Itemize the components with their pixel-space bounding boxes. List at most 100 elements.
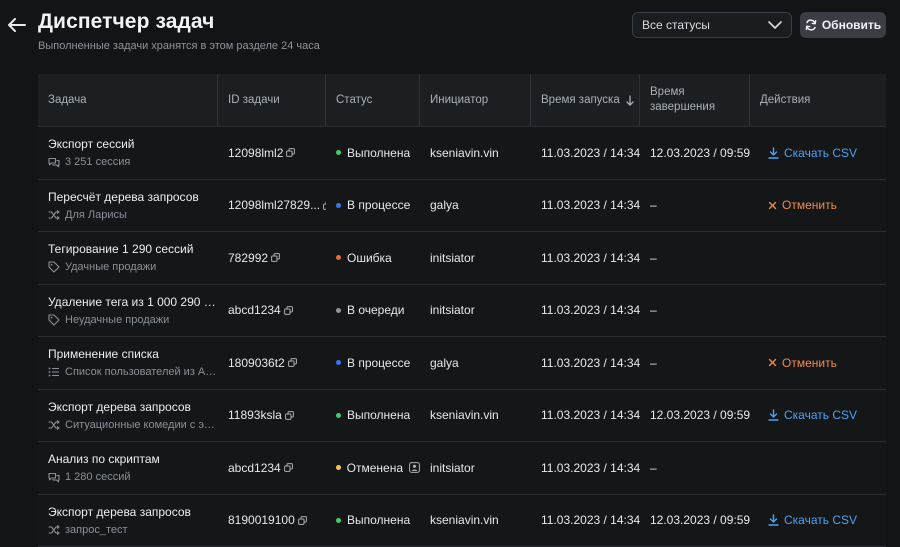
task-name: Анализ по скриптам	[48, 452, 160, 467]
chevron-down-icon	[768, 21, 782, 29]
shuffle-icon	[48, 419, 60, 430]
initiator: kseniavin.vin	[430, 408, 499, 423]
start-time: 11.03.2023 / 14:34	[541, 513, 640, 528]
task-cell: Экспорт дерева запросов Ситуационные коме…	[38, 400, 218, 431]
initiator: initsiator	[430, 250, 475, 265]
task-name: Экспорт дерева запросов	[48, 399, 191, 414]
sort-arrow-down-icon[interactable]	[626, 94, 634, 106]
task-name: Экспорт дерева запросов	[48, 504, 191, 519]
status-label: В очереди	[347, 303, 405, 318]
start-time: 11.03.2023 / 14:34	[541, 460, 640, 475]
page-title: Диспетчер задач	[38, 10, 215, 33]
task-id: abcd1234	[228, 460, 281, 475]
status-dot-icon	[336, 517, 341, 523]
cancel-task-button[interactable]: Отменить	[768, 356, 886, 370]
cancel-task-button[interactable]: Отменить	[768, 198, 886, 212]
table-row[interactable]: Экспорт сессий 3 251 сессия 12098lml2 Выпол…	[38, 127, 886, 180]
task-subtitle-text: Неудачные продажи	[65, 313, 170, 326]
table-row[interactable]: Анализ по скриптам 1 280 сессий abcd1234 От…	[38, 442, 886, 495]
initiator: kseniavin.vin	[430, 513, 499, 528]
column-status: Статус	[326, 74, 420, 126]
copy-icon[interactable]	[297, 515, 307, 525]
actions-cell: Скачать CSV	[758, 513, 886, 527]
list-icon	[48, 367, 60, 377]
shuffle-icon	[48, 524, 60, 535]
task-subtitle-text: Для Ларисы	[65, 208, 127, 221]
download-csv-button[interactable]: Скачать CSV	[768, 408, 886, 422]
table-body: Экспорт сессий 3 251 сессия 12098lml2 Выпол…	[38, 127, 886, 547]
task-id: 11893ksla	[228, 408, 282, 423]
initiator: initsiator	[430, 303, 475, 318]
action-label: Скачать CSV	[784, 408, 858, 423]
status-dot-icon	[336, 465, 341, 471]
start-time: 11.03.2023 / 14:34	[541, 145, 640, 160]
top-bar: Диспетчер задач Выполненные задачи храня…	[0, 0, 900, 62]
initiator: initsiator	[430, 460, 475, 475]
task-id-cell: 12098lml2	[218, 146, 326, 160]
end-time: –	[650, 303, 657, 318]
task-subtitle-text: Ситуационные комедии с эл...	[65, 418, 218, 431]
user-icon[interactable]	[409, 462, 420, 474]
task-subtitle-text: Список пользователей из Ав...	[65, 366, 218, 379]
refresh-button[interactable]: Обновить	[800, 12, 886, 38]
actions-cell: Отменить	[758, 198, 886, 212]
table-row[interactable]: Пересчёт дерева запросов Для Ларисы 12098l…	[38, 179, 886, 232]
task-subtitle: Неудачные продажи	[48, 314, 218, 326]
copy-icon[interactable]	[283, 305, 293, 315]
download-csv-button[interactable]: Скачать CSV	[768, 513, 886, 527]
status-dot-icon	[336, 360, 341, 366]
task-id-cell: abcd1234	[218, 461, 326, 475]
column-start-time[interactable]: Время запуска	[531, 74, 640, 126]
download-icon	[768, 409, 779, 421]
chat-icon	[48, 472, 60, 483]
status-label: Выполнена	[347, 513, 411, 528]
copy-icon[interactable]	[286, 148, 296, 158]
table-header: Задача ID задачи Статус Инициатор Время …	[38, 74, 886, 127]
task-cell: Применение списка Список пользователей из…	[38, 347, 218, 378]
task-name: Пересчёт дерева запросов	[48, 189, 199, 204]
start-time: 11.03.2023 / 14:34	[541, 250, 640, 265]
copy-icon[interactable]	[283, 463, 293, 473]
status-dot-icon	[336, 307, 341, 313]
table-row[interactable]: Экспорт дерева запросов Ситуационные коме…	[38, 389, 886, 442]
chat-icon	[48, 157, 60, 168]
task-id: 12098lml2	[228, 145, 284, 160]
status-label: Выполнена	[347, 408, 411, 423]
end-time: –	[650, 355, 657, 370]
task-subtitle-text: Удачные продажи	[65, 261, 157, 274]
status-dot-icon	[336, 255, 341, 261]
actions-cell: Скачать CSV	[758, 146, 886, 160]
copy-icon[interactable]	[287, 358, 297, 368]
initiator: galya	[430, 198, 459, 213]
action-label: Отменить	[782, 355, 837, 370]
task-subtitle: Ситуационные комедии с эл...	[48, 419, 218, 431]
action-label: Скачать CSV	[784, 513, 858, 528]
copy-icon[interactable]	[271, 253, 280, 263]
task-cell: Анализ по скриптам 1 280 сессий	[38, 452, 218, 483]
task-subtitle: Для Ларисы	[48, 209, 218, 221]
task-subtitle-text: 1 280 сессий	[65, 471, 131, 484]
status-label: В процессе	[347, 198, 411, 213]
task-name: Тегирование 1 290 сессий	[48, 242, 194, 257]
column-end-time: Время завершения	[640, 74, 750, 126]
task-cell: Экспорт дерева запросов запрос_тест	[38, 505, 218, 536]
status-filter-select[interactable]: Все статусы	[632, 12, 792, 38]
task-id-cell: 12098lml27829...	[218, 198, 326, 212]
tag-icon	[48, 314, 60, 326]
task-name: Удаление тега из 1 000 290 сес...	[48, 294, 218, 309]
table-row[interactable]: Удаление тега из 1 000 290 сес... Неудачн…	[38, 284, 886, 337]
page-subtitle: Выполненные задачи хранятся в этом разде…	[38, 40, 320, 52]
column-task: Задача	[38, 74, 218, 126]
task-subtitle: 3 251 сессия	[48, 156, 218, 168]
copy-icon[interactable]	[284, 410, 294, 420]
status-filter-value: Все статусы	[642, 18, 710, 32]
actions-cell: Отменить	[758, 356, 886, 370]
back-arrow-icon[interactable]	[6, 14, 28, 36]
table-row[interactable]: Применение списка Список пользователей из…	[38, 337, 886, 390]
tag-icon	[48, 261, 60, 273]
column-task-id: ID задачи	[218, 74, 326, 126]
start-time: 11.03.2023 / 14:34	[541, 408, 640, 423]
table-row[interactable]: Тегирование 1 290 сессий Удачные продажи 7…	[38, 232, 886, 285]
table-row[interactable]: Экспорт дерева запросов запрос_тест 819001…	[38, 494, 886, 547]
download-csv-button[interactable]: Скачать CSV	[768, 146, 886, 160]
